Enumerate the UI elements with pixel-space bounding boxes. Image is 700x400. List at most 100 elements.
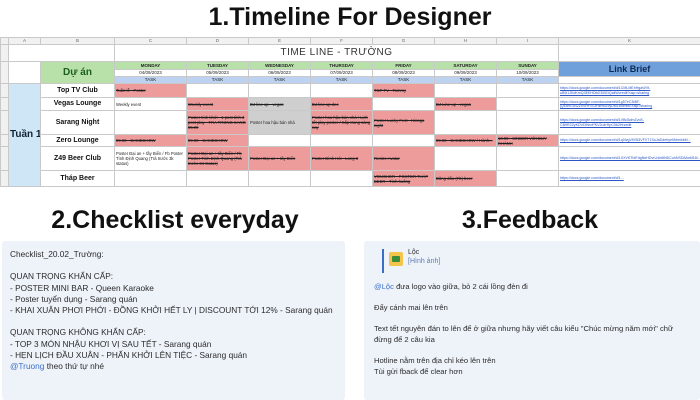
user-mention[interactable]: @Lộc <box>374 282 394 291</box>
task-entry[interactable]: Poster Đại an + tầy Biển / Fb Poster Tìn… <box>114 146 187 171</box>
cell[interactable] <box>8 44 115 62</box>
row-number[interactable] <box>0 146 9 171</box>
task-entry[interactable]: Resize Avatar <box>372 146 435 171</box>
day-monday[interactable]: MONDAY <box>114 61 187 70</box>
task-cell[interactable]: TASK <box>310 76 373 84</box>
task-entry[interactable] <box>496 97 559 111</box>
task-entry[interactable] <box>496 170 559 187</box>
task-entry[interactable]: 09.09 - GAMESHOW <box>114 134 187 147</box>
cell[interactable] <box>558 44 700 62</box>
task-entry[interactable] <box>114 170 187 187</box>
column-header[interactable]: F <box>310 37 373 45</box>
club-name[interactable]: Vegas Lounge <box>40 97 115 111</box>
image-thumbnail-icon[interactable] <box>389 252 403 266</box>
task-cell[interactable]: TASK <box>496 76 559 84</box>
quoted-message[interactable]: Lộc [Hình ảnh] <box>382 249 690 273</box>
task-entry[interactable] <box>496 146 559 171</box>
brief-link[interactable]: https://docs.google.com/document/d/1CMLM… <box>558 83 700 98</box>
task-entry[interactable]: DJ line up dec <box>310 97 373 111</box>
task-entry[interactable] <box>248 83 311 98</box>
club-name[interactable]: Z49 Beer Club <box>40 146 115 171</box>
column-header[interactable]: C <box>114 37 187 45</box>
row-number[interactable] <box>0 110 9 135</box>
task-entry[interactable] <box>434 146 497 171</box>
project-header[interactable]: Dự án <box>40 61 115 84</box>
task-entry[interactable]: Tuần lễ - Poster <box>114 83 187 98</box>
day-saturday[interactable]: SATURDAY <box>434 61 497 70</box>
column-header[interactable]: I <box>496 37 559 45</box>
task-entry[interactable]: Đăng dấu (Fb) beer <box>434 170 497 187</box>
user-mention[interactable]: @Truong <box>10 361 44 371</box>
row-number[interactable] <box>0 61 9 84</box>
date-cell[interactable]: 06/09/2023 <box>248 69 311 77</box>
cell[interactable] <box>558 76 700 84</box>
task-entry[interactable]: Weekly event <box>114 97 187 111</box>
column-header[interactable]: B <box>40 37 115 45</box>
day-tuesday[interactable]: TUESDAY <box>186 61 249 70</box>
task-entry[interactable] <box>248 134 311 147</box>
link-brief-header[interactable]: Link Brief <box>558 61 700 77</box>
task-entry[interactable]: 09.09 - GAMESHOW / Hành... <box>434 134 497 147</box>
task-entry[interactable] <box>496 110 559 135</box>
column-header[interactable]: H <box>434 37 497 45</box>
date-cell[interactable]: 08/09/2023 <box>372 69 435 77</box>
day-sunday[interactable]: SUNDAY <box>496 61 559 70</box>
column-header[interactable]: A <box>8 37 41 45</box>
row-number[interactable] <box>0 44 9 62</box>
task-entry[interactable] <box>114 110 187 135</box>
task-entry[interactable]: Poster Đại an + tầy Biển / Fb Poster Tìn… <box>186 146 249 171</box>
week-label[interactable]: Tuần 1 <box>8 83 41 187</box>
cell[interactable] <box>8 61 41 84</box>
brief-link[interactable]: https://docs.google.com/document/d/1g57e… <box>558 97 700 111</box>
brief-link[interactable]: https://docs.google.com/document/d/1qI4v… <box>558 134 700 147</box>
task-entry[interactable] <box>372 97 435 111</box>
row-number[interactable] <box>0 170 9 187</box>
task-entry[interactable]: Poster hoa hậu bán nhà / Lịch tết play p… <box>310 110 373 135</box>
brief-link[interactable]: https://docs.google.com/document/d/1XXVK… <box>558 146 700 171</box>
column-header[interactable]: G <box>372 37 435 45</box>
task-entry[interactable] <box>186 83 249 98</box>
day-wednesday[interactable]: WEDNESDAY <box>248 61 311 70</box>
brief-link[interactable]: https://docs.google.com/document/d/1... <box>558 170 700 187</box>
task-cell[interactable]: TASK <box>434 76 497 84</box>
date-cell[interactable]: 07/09/2023 <box>310 69 373 77</box>
task-entry[interactable] <box>310 83 373 98</box>
task-cell[interactable]: TASK <box>372 76 435 84</box>
task-entry[interactable]: Poster Lucky Fest - Kinoga night <box>372 110 435 135</box>
club-name[interactable]: Zero Lounge <box>40 134 115 147</box>
date-cell[interactable]: 05/09/2023 <box>186 69 249 77</box>
club-name[interactable]: Top TV Club <box>40 83 115 98</box>
day-thursday[interactable]: THURSDAY <box>310 61 373 70</box>
task-entry[interactable]: DJ Line up - vegas <box>434 97 497 111</box>
task-cell[interactable]: TASK <box>248 76 311 84</box>
task-entry[interactable] <box>434 83 497 98</box>
task-cell[interactable]: TASK <box>114 76 187 84</box>
sheet-title[interactable]: TIME LINE - TRƯỜNG <box>114 44 559 62</box>
task-entry[interactable] <box>310 134 373 147</box>
task-entry[interactable]: 09.09 - GAMESHOW <box>186 134 249 147</box>
task-entry[interactable] <box>434 110 497 135</box>
row-number[interactable] <box>0 97 9 111</box>
task-entry[interactable] <box>186 170 249 187</box>
club-name[interactable]: Tháp Beer <box>40 170 115 187</box>
task-cell[interactable]: TASK <box>186 76 249 84</box>
task-entry[interactable]: 10.09 - SINDER VỚI DUY KHÁNH <box>496 134 559 147</box>
column-header[interactable]: D <box>186 37 249 45</box>
task-entry[interactable] <box>310 170 373 187</box>
task-entry[interactable] <box>496 83 559 98</box>
task-entry[interactable]: Poster Đại an + tầy Biển <box>248 146 311 171</box>
date-cell[interactable]: 10/09/2023 <box>496 69 559 77</box>
column-header[interactable]: E <box>248 37 311 45</box>
task-entry[interactable]: Poster tính khởi - 1 post tính 3 post pl… <box>186 110 249 135</box>
column-header[interactable]: K <box>558 37 700 45</box>
task-entry[interactable]: Weekly event <box>186 97 249 111</box>
brief-link[interactable]: https://docs.google.com/document/d/1VBd3… <box>558 110 700 135</box>
task-entry[interactable]: DJ line up - vegas <box>248 97 311 111</box>
column-header[interactable] <box>0 37 9 45</box>
club-name[interactable]: Sarang Night <box>40 110 115 135</box>
task-entry[interactable]: Poster hoa hậu bán nhà <box>248 110 311 135</box>
row-number[interactable] <box>0 134 9 147</box>
day-friday[interactable]: FRIDAY <box>372 61 435 70</box>
task-entry[interactable]: VOUCHER - POSTER THÁP BEER - Tình huống <box>372 170 435 187</box>
task-entry[interactable] <box>248 170 311 187</box>
